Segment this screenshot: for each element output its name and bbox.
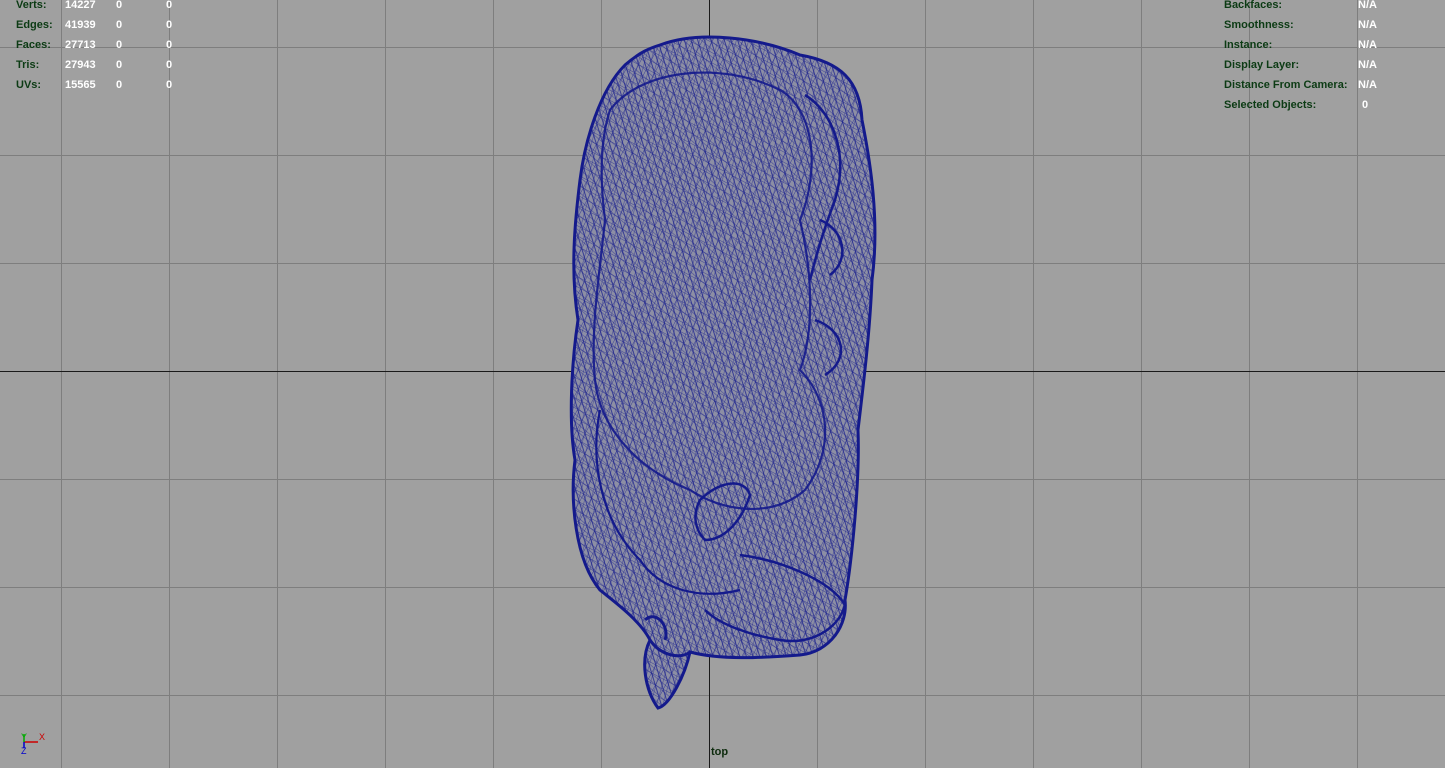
hud-detail-label: Selected Objects:: [1224, 99, 1317, 111]
camera-name-label: top: [711, 746, 729, 758]
hud-stat-object: 41939: [65, 19, 96, 31]
hud-detail-row: Display Layer: N/A: [1224, 55, 1439, 75]
hud-stat-selected: 0: [116, 59, 123, 71]
hud-stat-components: 0: [166, 39, 173, 51]
hud-stat-selected: 0: [116, 39, 123, 51]
hud-stat-object: 15565: [65, 79, 96, 91]
axis-x-label: X: [39, 732, 45, 742]
hud-stat-row: Tris: 27943 0 0: [16, 55, 206, 75]
hud-stat-selected: 0: [116, 79, 123, 91]
hud-detail-row: Selected Objects: 0: [1224, 95, 1439, 115]
hud-detail-value: N/A: [1358, 59, 1377, 71]
hud-stat-components: 0: [166, 59, 173, 71]
viewport-grid: [0, 0, 1445, 768]
hud-stat-row: Faces: 27713 0 0: [16, 35, 206, 55]
hud-stat-selected: 0: [116, 0, 123, 11]
hud-detail-value: 0: [1362, 99, 1369, 111]
poly-count-hud: Verts: 14227 0 0 Edges: 41939 0 0 Faces: 27713 0 0 T…: [16, 0, 206, 95]
hud-stat-selected: 0: [116, 19, 123, 31]
view-axis-icon: Y X Z: [21, 732, 45, 756]
hud-detail-row: Instance: N/A: [1224, 35, 1439, 55]
hud-detail-row: Backfaces: N/A: [1224, 0, 1439, 15]
hud-detail-label: Display Layer:: [1224, 59, 1300, 71]
hud-detail-label: Distance From Camera:: [1224, 79, 1348, 91]
axis-z-label: Z: [21, 746, 27, 756]
hud-stat-components: 0: [166, 19, 173, 31]
object-details-hud: Backfaces: N/A Smoothness: N/A Instance: N/A D…: [1224, 0, 1439, 115]
hud-stat-object: 27943: [65, 59, 96, 71]
hud-stat-object: 14227: [65, 0, 96, 11]
hud-stat-label: Tris:: [16, 59, 40, 71]
hud-detail-row: Distance From Camera: N/A: [1224, 75, 1439, 95]
viewport-top[interactable]: Verts: 14227 0 0 Edges: 41939 0 0 Faces: 27713 0 0 T…: [0, 0, 1445, 768]
hud-stat-label: UVs:: [16, 79, 42, 91]
hud-detail-label: Instance:: [1224, 39, 1273, 51]
hud-stat-label: Verts:: [16, 0, 47, 11]
hud-detail-label: Smoothness:: [1224, 19, 1294, 31]
hud-detail-value: N/A: [1358, 39, 1377, 51]
hud-detail-label: Backfaces:: [1224, 0, 1283, 11]
hud-stat-label: Edges:: [16, 19, 53, 31]
hud-detail-row: Smoothness: N/A: [1224, 15, 1439, 35]
hud-stat-components: 0: [166, 79, 173, 91]
hud-stat-label: Faces:: [16, 39, 51, 51]
hud-detail-value: N/A: [1358, 0, 1377, 11]
hud-stat-object: 27713: [65, 39, 96, 51]
hud-detail-value: N/A: [1358, 79, 1377, 91]
hud-stat-row: Verts: 14227 0 0: [16, 0, 206, 15]
axis-y-label: Y: [21, 732, 27, 742]
hud-stat-row: Edges: 41939 0 0: [16, 15, 206, 35]
hud-stat-row: UVs: 15565 0 0: [16, 75, 206, 95]
hud-stat-components: 0: [166, 0, 173, 11]
wireframe-mesh[interactable]: [569, 35, 877, 710]
hud-detail-value: N/A: [1358, 19, 1377, 31]
